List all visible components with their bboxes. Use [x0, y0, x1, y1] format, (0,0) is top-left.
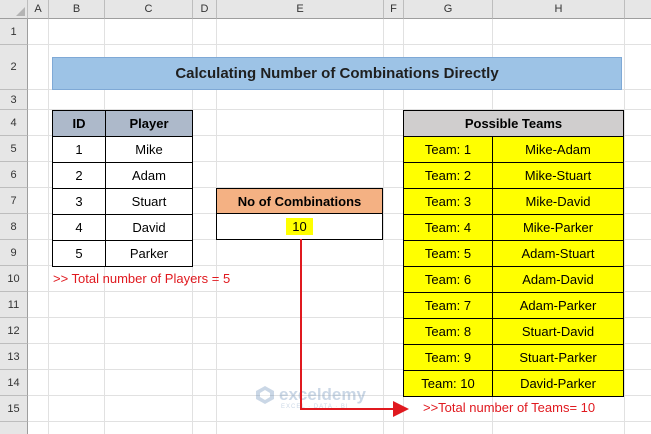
spreadsheet: A B C D E F G H 1 2 3 4 5 6 7 8 9 10 11 … — [0, 0, 651, 434]
red-arrow-connector — [300, 239, 409, 417]
